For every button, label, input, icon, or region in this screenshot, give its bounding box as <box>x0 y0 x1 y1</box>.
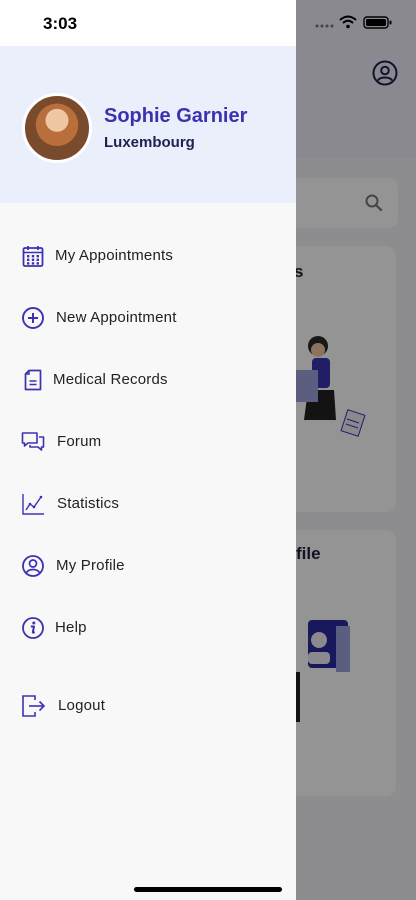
menu-item-logout[interactable]: Logout <box>0 682 296 730</box>
info-circle-icon <box>22 617 44 639</box>
menu-item-new-appointment[interactable]: New Appointment <box>0 294 296 342</box>
home-indicator[interactable] <box>134 887 282 892</box>
status-time: 3:03 <box>43 14 78 33</box>
avatar[interactable] <box>22 93 92 163</box>
menu-label: My Profile <box>56 557 125 574</box>
menu-label: My Appointments <box>55 247 174 264</box>
status-icons <box>315 15 392 29</box>
logout-icon <box>22 695 45 717</box>
menu-item-my-profile[interactable]: My Profile <box>0 542 296 590</box>
chart-line-icon <box>22 494 44 515</box>
user-circle-icon <box>22 555 44 577</box>
chat-bubbles-icon <box>21 432 45 451</box>
menu-label: Statistics <box>57 495 120 512</box>
document-icon <box>24 369 42 391</box>
menu-item-help[interactable]: Help <box>0 604 296 652</box>
menu-item-medical-records[interactable]: Medical Records <box>0 356 296 404</box>
user-name: Sophie Garnier <box>104 105 248 127</box>
calendar-icon <box>22 246 44 267</box>
plus-circle-icon <box>22 307 44 329</box>
menu-label: Forum <box>57 433 102 450</box>
status-bar: 3:03 <box>0 0 296 46</box>
menu-label: Logout <box>58 697 106 714</box>
menu-item-statistics[interactable]: Statistics <box>0 480 296 528</box>
menu-label: Help <box>55 619 87 636</box>
menu-label: New Appointment <box>56 309 177 326</box>
menu-label: Medical Records <box>53 371 168 388</box>
menu-item-forum[interactable]: Forum <box>0 418 296 466</box>
menu-item-my-appointments[interactable]: My Appointments <box>0 232 296 280</box>
navigation-drawer: 3:03 Sophie Garnier Luxembourg My Appoin… <box>0 0 296 900</box>
user-location: Luxembourg <box>104 134 195 151</box>
